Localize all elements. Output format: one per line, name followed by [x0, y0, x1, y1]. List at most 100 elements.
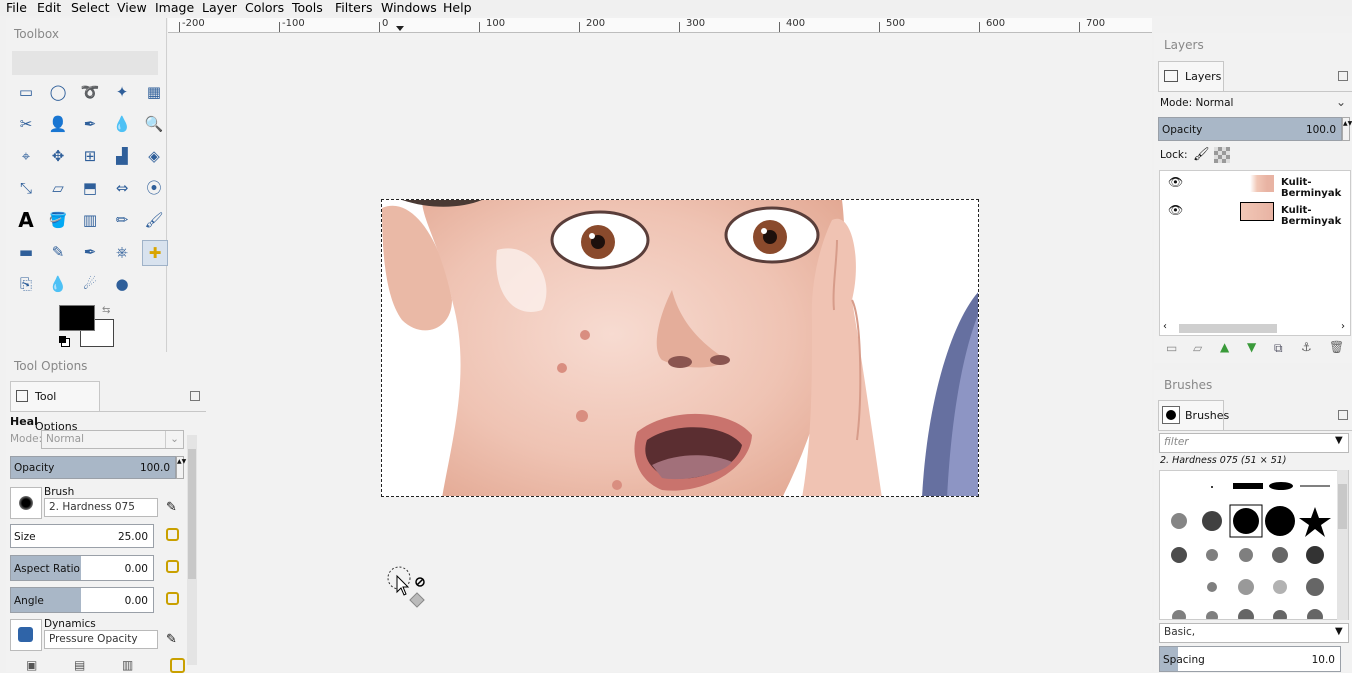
reset-options-icon[interactable]	[170, 658, 185, 673]
opacity-slider[interactable]: Opacity 100.0	[10, 456, 176, 479]
crop-tool-icon[interactable]: ▟	[110, 144, 134, 168]
layer-name[interactable]: Kulit-Berminyak	[1281, 177, 1350, 199]
smudge-tool-icon[interactable]: ☄	[78, 272, 102, 296]
tab-layers[interactable]: Layers	[1158, 61, 1224, 91]
rect-select-tool-icon[interactable]: ▭	[14, 80, 38, 104]
new-layer-group-icon[interactable]: ▱	[1193, 341, 1202, 355]
menu-tools[interactable]: Tools	[292, 0, 323, 16]
shear-tool-icon[interactable]: ▱	[46, 176, 70, 200]
restore-options-icon[interactable]: ▤	[74, 658, 85, 672]
cage-transform-tool-icon[interactable]: ⦿	[142, 176, 166, 200]
text-tool-icon[interactable]: A	[14, 208, 38, 232]
lock-pixels-icon[interactable]: 🖌	[1193, 147, 1210, 162]
foreground-select-tool-icon[interactable]: 👤	[46, 112, 70, 136]
edit-brush-icon[interactable]: ✎	[166, 500, 177, 515]
eye-icon[interactable]: 👁	[1168, 203, 1183, 217]
blur-sharpen-tool-icon[interactable]: 💧	[46, 272, 70, 296]
menu-image[interactable]: Image	[155, 0, 194, 16]
tool-options-scrollbar[interactable]	[187, 435, 197, 665]
brush-grid-scrollbar[interactable]	[1337, 470, 1348, 620]
preset-dropdown-icon[interactable]: ▼	[1335, 626, 1343, 637]
perspective-clone-tool-icon[interactable]: ⎘	[14, 272, 38, 296]
gradient-tool-icon[interactable]: ▥	[78, 208, 102, 232]
raise-layer-icon[interactable]: ▲	[1220, 340, 1229, 354]
image-layer-photo[interactable]	[381, 199, 979, 497]
move-tool-icon[interactable]: ✥	[46, 144, 70, 168]
brush-preset-select[interactable]: Basic,	[1159, 623, 1349, 643]
layers-mode-dropdown-icon[interactable]: ⌄	[1336, 95, 1346, 109]
reset-aspect-icon[interactable]	[166, 560, 179, 573]
heal-tool-icon[interactable]: ✚	[142, 240, 168, 266]
opacity-spin-icon[interactable]: ▲▼	[176, 456, 186, 479]
eye-icon[interactable]: 👁	[1168, 175, 1183, 189]
reset-angle-icon[interactable]	[166, 592, 179, 605]
menu-edit[interactable]: Edit	[37, 0, 61, 16]
tab-menu-icon[interactable]	[190, 391, 200, 401]
paintbrush-tool-icon[interactable]: 🖌	[142, 208, 166, 232]
foreground-color-swatch-front[interactable]	[59, 305, 95, 331]
aspect-ratio-slider[interactable]: Aspect Ratio 0.00	[10, 555, 154, 581]
ellipse-select-tool-icon[interactable]: ◯	[46, 80, 70, 104]
spacing-slider[interactable]: Spacing 10.0	[1159, 646, 1341, 672]
bucket-fill-tool-icon[interactable]: 🪣	[46, 208, 70, 232]
size-slider[interactable]: Size 25.00	[10, 524, 154, 548]
horizontal-ruler[interactable]: -200 -100 0 100 200 300 400 500 600 700 …	[168, 18, 1152, 33]
mode-select[interactable]: Normal ⌄	[41, 430, 184, 449]
free-select-tool-icon[interactable]: ➰	[78, 80, 102, 104]
menu-help[interactable]: Help	[443, 0, 472, 16]
eraser-tool-icon[interactable]: ▬	[14, 240, 38, 264]
perspective-tool-icon[interactable]: ⬒	[78, 176, 102, 200]
pencil-tool-icon[interactable]: ✏	[110, 208, 134, 232]
layers-hscrollbar[interactable]: ‹ ›	[1160, 321, 1350, 335]
wilber-drop-area[interactable]	[12, 51, 158, 75]
lock-alpha-icon[interactable]	[1214, 147, 1230, 163]
clone-tool-icon[interactable]: ⎈	[110, 240, 134, 264]
unified-transform-tool-icon[interactable]: ◈	[142, 144, 166, 168]
menu-layer[interactable]: Layer	[202, 0, 237, 16]
menu-view[interactable]: View	[117, 0, 147, 16]
brush-filter-input[interactable]: filter	[1159, 433, 1349, 453]
layer-row[interactable]: 👁 Kulit-Berminyak	[1160, 171, 1350, 199]
color-picker-tool-icon[interactable]: 💧	[110, 112, 134, 136]
dynamics-preview[interactable]	[10, 619, 42, 651]
menu-select[interactable]: Select	[71, 0, 110, 16]
menu-filters[interactable]: Filters	[335, 0, 372, 16]
airbrush-tool-icon[interactable]: ✎	[46, 240, 70, 264]
default-colors-icon[interactable]	[59, 336, 66, 343]
dodge-burn-tool-icon[interactable]: ●	[110, 272, 134, 296]
angle-slider[interactable]: Angle 0.00	[10, 587, 154, 613]
menu-file[interactable]: File	[6, 0, 27, 16]
layer-row[interactable]: 👁 Kulit-Berminyak	[1160, 199, 1350, 227]
scale-tool-icon[interactable]: ⤡	[14, 176, 38, 200]
layers-tab-menu-icon[interactable]	[1338, 71, 1348, 81]
lower-layer-icon[interactable]: ▼	[1247, 340, 1256, 354]
layers-opacity-slider[interactable]: Opacity 100.0	[1158, 117, 1342, 141]
anchor-layer-icon[interactable]: ⚓	[1301, 340, 1312, 354]
fuzzy-select-tool-icon[interactable]: ✦	[110, 80, 134, 104]
brush-name-field[interactable]: 2. Hardness 075	[44, 498, 158, 517]
layer-name[interactable]: Kulit-Berminyak	[1281, 205, 1350, 227]
brushes-tab-menu-icon[interactable]	[1338, 410, 1348, 420]
save-options-icon[interactable]: ▣	[26, 658, 37, 672]
paths-tool-icon[interactable]: ✒	[78, 112, 102, 136]
measure-tool-icon[interactable]: ⌖	[14, 144, 38, 168]
duplicate-layer-icon[interactable]: ⧉	[1274, 341, 1283, 356]
delete-options-icon[interactable]: ▥	[122, 658, 133, 672]
new-layer-icon[interactable]: ▭	[1166, 341, 1177, 355]
tab-brushes[interactable]: Brushes	[1158, 400, 1229, 430]
ink-tool-icon[interactable]: ✒	[78, 240, 102, 264]
zoom-tool-icon[interactable]: 🔍	[142, 112, 166, 136]
layers-opacity-spin-icon[interactable]: ▲▼	[1342, 117, 1352, 141]
reset-size-icon[interactable]	[166, 528, 179, 541]
edit-dynamics-icon[interactable]: ✎	[166, 632, 177, 647]
scissors-select-tool-icon[interactable]: ✂	[14, 112, 38, 136]
swap-colors-icon[interactable]: ⇆	[102, 305, 110, 316]
by-color-select-tool-icon[interactable]: ▦	[142, 80, 166, 104]
menu-colors[interactable]: Colors	[245, 0, 284, 16]
delete-layer-icon[interactable]: 🗑	[1329, 340, 1344, 354]
menu-windows[interactable]: Windows	[381, 0, 437, 16]
filter-dropdown-icon[interactable]: ▼	[1335, 435, 1343, 446]
align-tool-icon[interactable]: ⊞	[78, 144, 102, 168]
brush-preview[interactable]	[10, 487, 42, 519]
flip-tool-icon[interactable]: ⇔	[110, 176, 134, 200]
